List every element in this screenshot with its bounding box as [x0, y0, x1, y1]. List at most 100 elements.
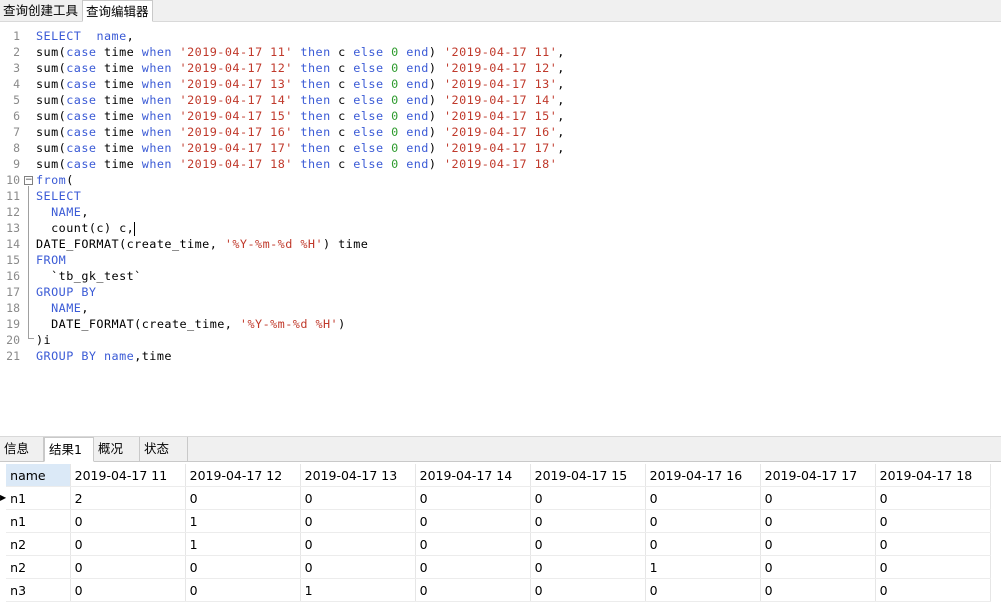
table-row[interactable]: n3 0 0 1 0 0 0 0 0	[0, 578, 991, 602]
value-cell[interactable]: 0	[760, 509, 876, 533]
value-cell[interactable]: 0	[185, 578, 301, 602]
code-line[interactable]: 14 DATE_FORMAT(create_time, '%Y-%m-%d %H'…	[0, 236, 1001, 252]
tab-result-1[interactable]: 结果1	[44, 437, 94, 462]
value-cell[interactable]: 0	[70, 509, 186, 533]
column-header[interactable]: 2019-04-17 15	[530, 464, 646, 487]
line-number: 14	[6, 237, 20, 251]
value-cell[interactable]: 0	[415, 578, 531, 602]
name-cell[interactable]: n1	[6, 486, 71, 510]
name-cell[interactable]: n1	[6, 509, 71, 533]
value-cell[interactable]: 0	[70, 578, 186, 602]
value-cell[interactable]: 0	[530, 578, 646, 602]
tab-query-editor[interactable]: 查询编辑器	[82, 0, 153, 22]
column-header[interactable]: 2019-04-17 16	[645, 464, 761, 487]
value-cell[interactable]: 0	[415, 532, 531, 556]
table-row[interactable]: n1 0 1 0 0 0 0 0 0	[0, 509, 991, 533]
code-line[interactable]: 15 FROM	[0, 252, 1001, 268]
name-cell[interactable]: n2	[6, 532, 71, 556]
column-header[interactable]: 2019-04-17 13	[300, 464, 416, 487]
value-cell[interactable]: 0	[645, 578, 761, 602]
table-row[interactable]: n2 0 1 0 0 0 0 0 0	[0, 532, 991, 556]
name-cell[interactable]: n2	[6, 555, 71, 579]
value-cell[interactable]: 0	[530, 486, 646, 510]
value-cell[interactable]: 0	[185, 555, 301, 579]
value-cell[interactable]: 0	[70, 532, 186, 556]
code-line[interactable]: 20)i	[0, 332, 1001, 348]
code-line[interactable]: 5 sum(case time when '2019-04-17 14' then…	[0, 92, 1001, 108]
value-cell[interactable]: 1	[185, 532, 301, 556]
code-line[interactable]: 2 sum(case time when '2019-04-17 11' then…	[0, 44, 1001, 60]
column-header[interactable]: 2019-04-17 17	[760, 464, 876, 487]
code-text: sum(case time when '2019-04-17 16' then …	[36, 124, 565, 140]
code-line[interactable]: 1 SELECT name,	[0, 28, 1001, 44]
value-cell[interactable]: 0	[70, 555, 186, 579]
tab-message[interactable]: 信息	[0, 437, 44, 461]
value-cell[interactable]: 0	[530, 509, 646, 533]
sql-text: sum(	[36, 141, 67, 155]
code-line[interactable]: 9 sum(case time when '2019-04-17 18' then…	[0, 156, 1001, 172]
value-cell[interactable]: 0	[645, 486, 761, 510]
value-cell[interactable]: 0	[185, 486, 301, 510]
column-header[interactable]: 2019-04-17 18	[875, 464, 991, 487]
value-cell[interactable]: 0	[875, 555, 991, 579]
sql-text: sum(	[36, 157, 67, 171]
code-line[interactable]: 8 sum(case time when '2019-04-17 17' then…	[0, 140, 1001, 156]
name-cell[interactable]: n3	[6, 578, 71, 602]
value-cell[interactable]: 0	[415, 555, 531, 579]
value-cell[interactable]: 0	[760, 578, 876, 602]
sql-editor[interactable]: − 1 SELECT name, 2 sum(case time when '2019…	[0, 22, 1001, 434]
value-cell[interactable]: 0	[875, 509, 991, 533]
value-cell[interactable]: 0	[760, 532, 876, 556]
code-line[interactable]: 16 `tb_gk_test`	[0, 268, 1001, 284]
table-row[interactable]: ▶ n1 2 0 0 0 0 0 0 0	[0, 486, 991, 510]
value-cell[interactable]: 1	[300, 578, 416, 602]
value-cell[interactable]: 0	[530, 532, 646, 556]
value-cell[interactable]: 1	[645, 555, 761, 579]
code-line[interactable]: 7 sum(case time when '2019-04-17 16' then…	[0, 124, 1001, 140]
value-cell[interactable]: 0	[875, 532, 991, 556]
value-cell[interactable]: 0	[760, 555, 876, 579]
sql-string: '2019-04-17 18'	[179, 157, 293, 171]
value-cell[interactable]: 0	[530, 555, 646, 579]
code-line[interactable]: 6 sum(case time when '2019-04-17 15' then…	[0, 108, 1001, 124]
value-cell[interactable]: 0	[645, 509, 761, 533]
tab-query-builder[interactable]: 查询创建工具	[0, 0, 82, 21]
code-line[interactable]: 3 sum(case time when '2019-04-17 12' then…	[0, 60, 1001, 76]
column-header[interactable]: name	[6, 464, 71, 487]
value-cell[interactable]: 0	[300, 555, 416, 579]
value-cell[interactable]: 0	[875, 486, 991, 510]
result-grid[interactable]: name 2019-04-17 11 2019-04-17 12 2019-04-17…	[0, 464, 1001, 605]
value-cell[interactable]: 2	[70, 486, 186, 510]
code-line[interactable]: 4 sum(case time when '2019-04-17 13' then…	[0, 76, 1001, 92]
value-cell[interactable]: 0	[415, 509, 531, 533]
sql-text: ) time	[323, 237, 369, 251]
value-cell[interactable]: 0	[300, 486, 416, 510]
tab-status[interactable]: 状态	[140, 437, 188, 461]
value-cell[interactable]: 0	[875, 578, 991, 602]
code-line[interactable]: 11 SELECT	[0, 188, 1001, 204]
value-cell[interactable]: 0	[300, 532, 416, 556]
value-cell[interactable]: 0	[760, 486, 876, 510]
code-line[interactable]: 12 NAME,	[0, 204, 1001, 220]
code-line[interactable]: 19 DATE_FORMAT(create_time, '%Y-%m-%d %H…	[0, 316, 1001, 332]
tab-profile[interactable]: 概况	[94, 437, 140, 461]
code-line[interactable]: 13 count(c) c,	[0, 220, 1001, 236]
code-line[interactable]: 21 GROUP BY name,time	[0, 348, 1001, 364]
column-header[interactable]: 2019-04-17 14	[415, 464, 531, 487]
code-line[interactable]: 10 from(	[0, 172, 1001, 188]
value-cell[interactable]: 0	[645, 532, 761, 556]
value-cell[interactable]: 0	[300, 509, 416, 533]
table-row[interactable]: n2 0 0 0 0 0 1 0 0	[0, 555, 991, 579]
sql-text: c	[330, 61, 354, 75]
column-header[interactable]: 2019-04-17 11	[70, 464, 186, 487]
code-line[interactable]: 18 NAME,	[0, 300, 1001, 316]
value-cell[interactable]: 1	[185, 509, 301, 533]
code-line[interactable]: 17 GROUP BY	[0, 284, 1001, 300]
value-cell[interactable]: 0	[415, 486, 531, 510]
sql-text: time	[96, 93, 142, 107]
column-header[interactable]: 2019-04-17 12	[185, 464, 301, 487]
